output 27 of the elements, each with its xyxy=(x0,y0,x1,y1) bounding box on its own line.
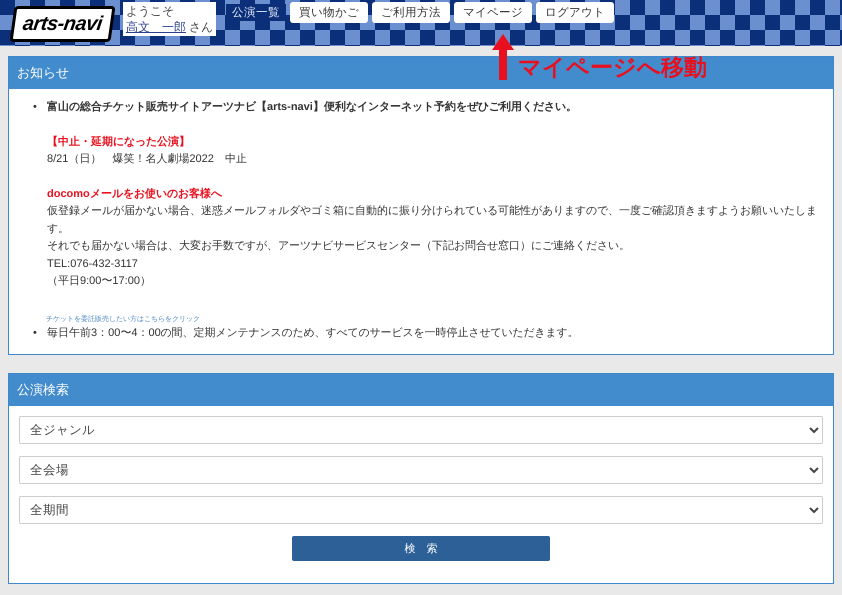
notice-headline: 富山の総合チケット販売サイトアーツナビ【arts-navi】便利なインターネット予約をぜひご利用ください。 xyxy=(47,100,578,115)
search-button[interactable]: 検 索 xyxy=(292,536,550,561)
notice-text: 8/21（日） 爆笑！名人劇場2022 中止 xyxy=(47,152,248,167)
nav-button[interactable]: 買い物かご xyxy=(290,2,368,23)
welcome-text: ようこそ xyxy=(126,4,174,18)
user-name-link[interactable]: 高文 一郎 xyxy=(126,20,186,34)
honorific-text: さん xyxy=(189,20,214,34)
dropdown-select[interactable]: 全会場 xyxy=(19,456,823,484)
bullet-text: • xyxy=(33,326,38,340)
nav-button[interactable]: ログアウト xyxy=(536,2,614,23)
annotation-text: マイページへ移動 xyxy=(518,53,707,82)
notice-text: TEL:076-432-3117 xyxy=(47,256,139,272)
logo[interactable]: arts-navi xyxy=(9,6,116,42)
notice-text: （平日9:00〜17:00） xyxy=(47,274,152,289)
bullet-text: • xyxy=(33,100,38,115)
nav-button[interactable]: ご利用方法 xyxy=(372,2,450,23)
dropdown-select[interactable]: 全ジャンル xyxy=(19,416,823,444)
panel-title: 公演検索 xyxy=(9,374,833,406)
notice-text: それでも届かない場合は、大変お手数ですが、アーツナビサービスセンター（下記お問合せ窓口）にご連絡ください。 xyxy=(47,238,631,254)
dropdown-select[interactable]: 全期間 xyxy=(19,496,823,524)
notice-heading: 【中止・延期になった公演】 xyxy=(47,134,191,150)
nav-button[interactable]: マイページ xyxy=(454,2,532,23)
nav-link[interactable]: 公演一覧 xyxy=(226,4,286,21)
up-arrow-icon xyxy=(492,34,514,80)
notice-heading: docomoメールをお使いのお客様へ xyxy=(47,186,223,202)
notice-headline: 毎日午前3：00〜4：00の間、定期メンテナンスのため、すべてのサービスを一時停止させていただきます。 xyxy=(47,326,580,340)
notice-text: 仮登録メールが届かない場合、迷惑メールフォルダやゴミ箱に自動的に振り分けられている可能性がありますので、一度ご確認頂きますようお願いいたします。 xyxy=(47,204,818,236)
